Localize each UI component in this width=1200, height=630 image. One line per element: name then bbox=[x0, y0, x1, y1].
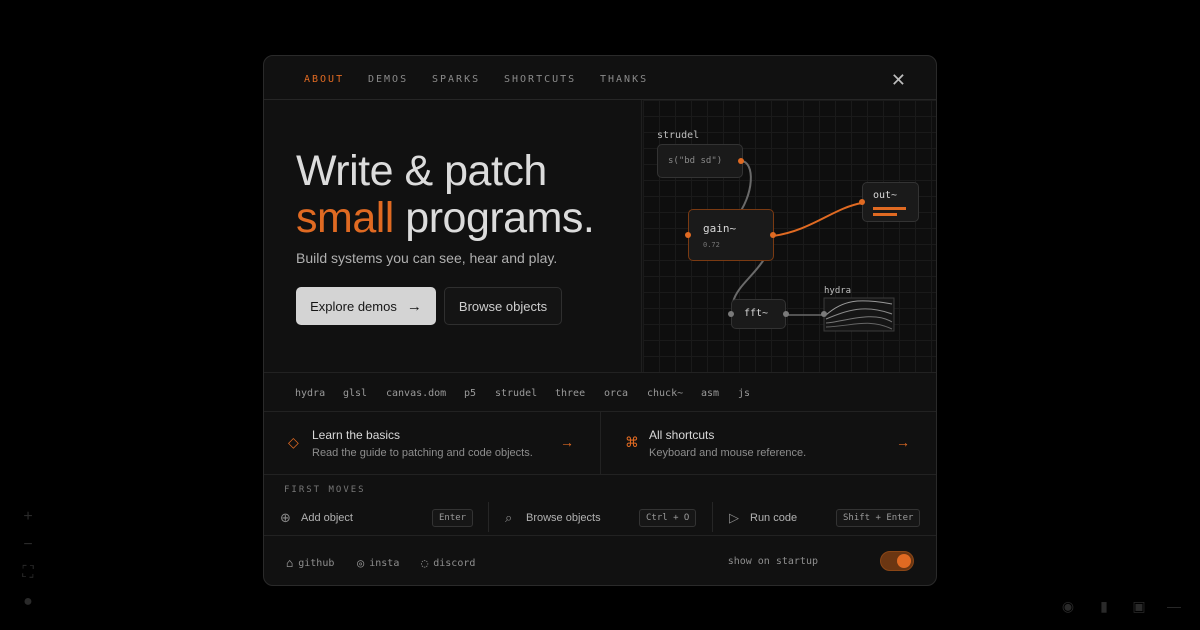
all-shortcuts-desc: Keyboard and mouse reference. bbox=[649, 447, 807, 459]
all-shortcuts-card[interactable]: ⌘ All shortcuts Keyboard and mouse refer… bbox=[601, 412, 936, 475]
arrow-right-icon: → bbox=[896, 434, 910, 450]
explore-demos-button[interactable]: Explore demos → bbox=[296, 287, 436, 325]
toggle-knob bbox=[897, 554, 911, 568]
tab-demos[interactable]: DEMOS bbox=[368, 74, 408, 85]
hero-subline: Build systems you can see, hear and play… bbox=[296, 250, 558, 266]
insta-link[interactable]: ◎ insta bbox=[357, 556, 399, 570]
info-icon[interactable]: ◉ bbox=[1054, 592, 1082, 620]
learn-basics-desc: Read the guide to patching and code obje… bbox=[312, 447, 533, 459]
github-link[interactable]: ⌂ github bbox=[286, 556, 334, 570]
run-code-action[interactable]: ▷ Run code Shift + Enter bbox=[713, 500, 936, 536]
cable-gain-out bbox=[772, 202, 863, 237]
fit-view-icon[interactable]: ⛶ bbox=[14, 559, 42, 587]
tag-glsl[interactable]: glsl bbox=[343, 388, 367, 399]
headline-rest: programs. bbox=[393, 194, 595, 242]
tab-bar: ABOUT DEMOS SPARKS SHORTCUTS THANKS ✕ bbox=[264, 56, 936, 100]
headline-accent: small bbox=[296, 194, 394, 242]
diamond-icon: ◇ bbox=[288, 434, 299, 450]
strudel-outlet[interactable] bbox=[738, 158, 744, 164]
github-icon: ⌂ bbox=[286, 556, 294, 570]
first-moves-row: ⊕ Add object Enter ⌕ Browse objects Ctrl… bbox=[264, 500, 936, 536]
tab-about[interactable]: ABOUT bbox=[304, 74, 344, 85]
arrow-right-icon: → bbox=[560, 434, 574, 450]
minimize-icon[interactable]: — bbox=[1160, 592, 1188, 620]
discord-label: discord bbox=[433, 557, 476, 569]
tag-strudel[interactable]: strudel bbox=[495, 388, 537, 399]
dialog-footer: ⌂ github ◎ insta ◌ discord show on start… bbox=[264, 538, 936, 585]
out-inlet[interactable] bbox=[859, 199, 865, 205]
gain-node-label: gain~ bbox=[703, 222, 737, 235]
command-icon: ⌘ bbox=[625, 434, 639, 450]
headline-line-2: small programs. bbox=[296, 194, 595, 242]
first-moves-heading: FIRST MOVES bbox=[284, 485, 366, 495]
tag-js[interactable]: js bbox=[738, 388, 750, 399]
tab-thanks[interactable]: THANKS bbox=[600, 74, 648, 85]
lock-icon[interactable]: ● bbox=[14, 588, 42, 616]
add-object-label: Add object bbox=[301, 512, 353, 524]
play-icon: ▷ bbox=[729, 510, 739, 525]
run-code-label: Run code bbox=[750, 512, 798, 524]
learn-basics-card[interactable]: ◇ Learn the basics Read the guide to pat… bbox=[264, 412, 601, 475]
tab-shortcuts[interactable]: SHORTCUTS bbox=[504, 74, 576, 85]
show-on-startup-label: show on startup bbox=[727, 556, 818, 567]
fft-outlet[interactable] bbox=[783, 311, 789, 317]
browse-objects-button[interactable]: Browse objects bbox=[444, 287, 562, 325]
headline-line-1: Write & patch bbox=[296, 147, 547, 195]
add-object-action[interactable]: ⊕ Add object Enter bbox=[264, 500, 488, 536]
out-node-label: out~ bbox=[873, 190, 898, 201]
tag-orca[interactable]: orca bbox=[604, 388, 628, 399]
tag-hydra[interactable]: hydra bbox=[295, 388, 325, 399]
gain-value: 0.72 bbox=[703, 241, 720, 249]
shortcut-enter: Enter bbox=[432, 509, 474, 527]
hero-section: Write & patch small programs. Build syst… bbox=[264, 100, 642, 372]
fft-inlet[interactable] bbox=[728, 311, 734, 317]
discord-icon: ◌ bbox=[421, 556, 429, 570]
insta-label: insta bbox=[369, 557, 400, 569]
strudel-node-title: strudel bbox=[657, 130, 700, 141]
arrow-right-icon: → bbox=[406, 297, 422, 315]
document-icon[interactable]: ▮ bbox=[1090, 592, 1118, 620]
close-icon[interactable]: ✕ bbox=[891, 70, 906, 91]
shortcut-ctrl-o: Ctrl + O bbox=[639, 509, 697, 527]
tag-asm[interactable]: asm bbox=[701, 388, 719, 399]
strudel-code: s("bd sd") bbox=[668, 156, 723, 166]
out-level-meter-1 bbox=[873, 207, 906, 210]
zoom-in-icon[interactable]: + bbox=[14, 503, 42, 531]
plus-circle-icon: ⊕ bbox=[280, 510, 291, 525]
object-tags: hydra glsl canvas.dom p5 strudel three o… bbox=[264, 372, 936, 412]
learn-basics-title: Learn the basics bbox=[312, 428, 401, 442]
shortcut-shift-enter: Shift + Enter bbox=[836, 509, 921, 527]
fft-node[interactable]: fft~ bbox=[731, 299, 786, 329]
instagram-icon: ◎ bbox=[357, 556, 365, 570]
tag-p5[interactable]: p5 bbox=[464, 388, 476, 399]
out-level-meter-2 bbox=[873, 213, 897, 216]
patch-graph-preview: strudel s("bd sd") gain~ 0.72 out~ fft~ … bbox=[643, 100, 936, 372]
tag-three[interactable]: three bbox=[555, 388, 585, 399]
out-node[interactable]: out~ bbox=[862, 182, 919, 222]
hydra-waveform bbox=[823, 297, 895, 332]
github-label: github bbox=[298, 557, 335, 569]
guide-cards: ◇ Learn the basics Read the guide to pat… bbox=[264, 412, 936, 475]
all-shortcuts-title: All shortcuts bbox=[649, 428, 715, 442]
hydra-inlet[interactable] bbox=[821, 311, 827, 317]
tab-sparks[interactable]: SPARKS bbox=[432, 74, 480, 85]
gain-outlet[interactable] bbox=[770, 232, 776, 238]
zoom-out-icon[interactable]: − bbox=[14, 531, 42, 559]
gain-node[interactable]: gain~ 0.72 bbox=[688, 209, 774, 261]
hydra-node-title: hydra bbox=[824, 286, 852, 296]
search-icon: ⌕ bbox=[505, 510, 513, 525]
fft-node-label: fft~ bbox=[744, 308, 769, 319]
browse-objects-label: Browse objects bbox=[526, 512, 601, 524]
discord-link[interactable]: ◌ discord bbox=[421, 556, 475, 570]
tag-canvas-dom[interactable]: canvas.dom bbox=[386, 388, 446, 399]
headline: Write & patch small programs. bbox=[296, 147, 595, 242]
browse-objects-action[interactable]: ⌕ Browse objects Ctrl + O bbox=[489, 500, 713, 536]
window-icon[interactable]: ▣ bbox=[1125, 592, 1153, 620]
gain-inlet[interactable] bbox=[685, 232, 691, 238]
about-dialog: ABOUT DEMOS SPARKS SHORTCUTS THANKS ✕ Wr… bbox=[263, 55, 937, 586]
show-on-startup-toggle[interactable] bbox=[880, 551, 914, 571]
tag-chuck[interactable]: chuck~ bbox=[647, 388, 683, 399]
strudel-node[interactable]: s("bd sd") bbox=[657, 144, 743, 178]
explore-demos-label: Explore demos bbox=[310, 298, 397, 314]
